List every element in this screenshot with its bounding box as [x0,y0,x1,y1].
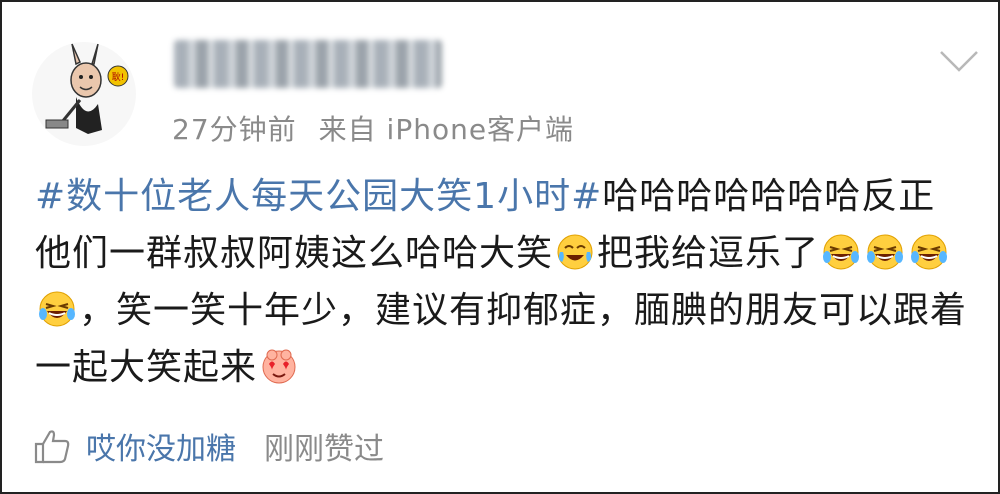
chevron-down-icon[interactable] [939,46,979,76]
laughing-tears-emoji [867,234,904,270]
thumbs-up-icon[interactable] [32,426,72,466]
topic-link[interactable]: #数十位老人每天公园大笑1小时# [35,176,602,217]
post-text-part-2: 把我给逗乐了 [597,233,820,274]
svg-text:耿!: 耿! [112,72,125,83]
avatar-cartoon-icon: 耿! [32,42,136,146]
laughing-tears-emoji [823,234,860,270]
liked-label: 刚刚赞过 [264,432,384,467]
laughing-tears-emoji [911,234,948,270]
crying-laughing-emoji [557,234,593,270]
laughing-tears-emoji [39,291,75,327]
heart-eyes-emoji [262,349,296,384]
author-avatar[interactable]: 耿! [32,42,136,146]
liker-name-link[interactable]: 哎你没加糖 [86,424,236,468]
post-time: 27分钟前 [172,113,297,146]
post-text-part-3: ，笑一笑十年少，建议有抑郁症，腼腆的朋友可以跟着一起大笑起来 [35,290,968,388]
weibo-post-card: 耿! 27分钟前 来自 iPhone客户端 #数十位老人每天公园大笑1小时#哈哈哈… [2,2,998,492]
author-name[interactable] [174,40,442,88]
post-source[interactable]: 来自 iPhone客户端 [319,113,574,146]
post-meta: 27分钟前 来自 iPhone客户端 [172,108,574,148]
post-content: #数十位老人每天公园大笑1小时#哈哈哈哈哈哈哈反正他们一群叔叔阿姨这么哈哈大笑 … [35,168,970,396]
